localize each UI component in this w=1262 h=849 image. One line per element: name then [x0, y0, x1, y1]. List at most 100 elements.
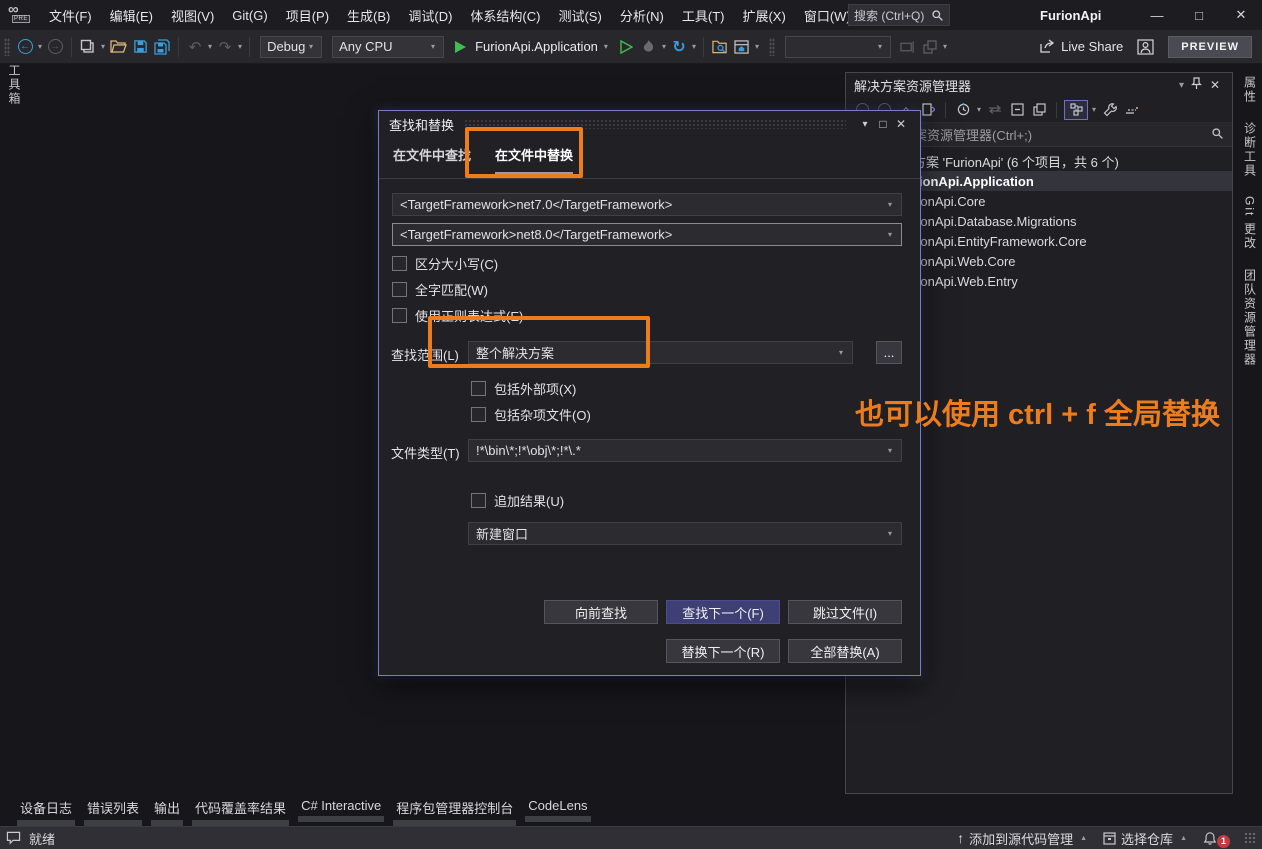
tab-code-coverage[interactable]: 代码覆盖率结果	[195, 798, 286, 826]
menu-file[interactable]: 文件(F)	[40, 0, 101, 30]
minimize-button[interactable]: —	[1136, 0, 1178, 30]
panel-menu-caret-icon[interactable]: ▾	[1177, 80, 1186, 91]
restart-caret-icon[interactable]: ▾	[690, 42, 698, 51]
hot-reload-caret-icon[interactable]: ▾	[660, 42, 668, 51]
chevron-down-icon[interactable]: ▾	[886, 200, 894, 209]
tab-device-log[interactable]: 设备日志	[20, 798, 72, 826]
close-button[interactable]: ✕	[1220, 0, 1262, 30]
tab-find-in-files[interactable]: 在文件中查找	[393, 145, 471, 175]
replace-next-button[interactable]: 替换下一个(R)	[666, 639, 780, 663]
properties-wrench-icon[interactable]	[1100, 100, 1120, 120]
resize-grip[interactable]	[1244, 832, 1256, 844]
chevron-down-icon[interactable]: ▾	[886, 446, 894, 455]
chevron-down-icon[interactable]: ▾	[837, 348, 845, 357]
checkbox[interactable]	[471, 493, 486, 508]
browse-scope-button[interactable]: ...	[876, 341, 902, 364]
checkbox[interactable]	[392, 282, 407, 297]
show-all-files-icon[interactable]	[1029, 100, 1049, 120]
replace-all-button[interactable]: 全部替换(A)	[788, 639, 902, 663]
menu-architecture[interactable]: 体系结构(C)	[461, 0, 549, 30]
restart-icon[interactable]: ↻	[668, 36, 690, 58]
tab-replace-in-files[interactable]: 在文件中替换	[495, 145, 573, 175]
chevron-down-icon[interactable]: ▾	[886, 230, 894, 239]
toolbar-drag-handle[interactable]	[4, 38, 10, 56]
dialog-close-icon[interactable]: ✕	[892, 117, 910, 131]
menu-extensions[interactable]: 扩展(X)	[733, 0, 794, 30]
whole-word-option[interactable]: 全字匹配(W)	[392, 280, 488, 299]
checkbox[interactable]	[392, 308, 407, 323]
checkbox[interactable]	[471, 407, 486, 422]
menu-git[interactable]: Git(G)	[223, 0, 276, 30]
find-next-button[interactable]: 查找下一个(F)	[666, 600, 780, 624]
pin-icon[interactable]	[1186, 77, 1206, 93]
notifications-button[interactable]: 1	[1203, 828, 1230, 848]
maximize-button[interactable]: □	[1178, 0, 1220, 30]
skip-file-button[interactable]: 跳过文件(I)	[788, 600, 902, 624]
checkbox[interactable]	[471, 381, 486, 396]
open-folder-icon[interactable]	[107, 36, 129, 58]
redo-caret-icon[interactable]: ▾	[236, 42, 244, 51]
toolbox-tab[interactable]: 工具箱	[6, 64, 23, 109]
save-all-icon[interactable]	[151, 36, 173, 58]
panel-close-icon[interactable]: ✕	[1206, 78, 1224, 92]
include-misc-option[interactable]: 包括杂项文件(O)	[471, 405, 591, 424]
toolbar-drag-handle[interactable]	[769, 38, 775, 56]
sync-caret-icon[interactable]: ▾	[1090, 105, 1098, 114]
tab-codelens[interactable]: CodeLens	[528, 798, 587, 826]
dialog-dock-caret-icon[interactable]: ▾	[856, 119, 874, 130]
menu-view[interactable]: 视图(V)	[162, 0, 223, 30]
find-in-files-icon[interactable]	[709, 36, 731, 58]
pending-changes-filter-icon[interactable]	[953, 100, 973, 120]
hot-reload-icon[interactable]	[638, 36, 660, 58]
live-share-button[interactable]: Live Share	[1039, 39, 1123, 54]
start-debugging-icon[interactable]	[449, 36, 471, 58]
regex-option[interactable]: 使用正则表达式(E)	[392, 306, 523, 325]
quick-search-input[interactable]: 搜索 (Ctrl+Q)	[848, 4, 950, 26]
menu-build[interactable]: 生成(B)	[338, 0, 399, 30]
startup-project-label[interactable]: FurionApi.Application	[471, 39, 602, 54]
start-without-debugging-icon[interactable]	[616, 36, 638, 58]
include-external-option[interactable]: 包括外部项(X)	[471, 379, 576, 398]
tab-csharp-interactive[interactable]: C# Interactive	[301, 798, 381, 826]
redo-icon[interactable]: ↷	[214, 36, 236, 58]
collapse-all-icon[interactable]	[1007, 100, 1027, 120]
sync-with-active-document-icon[interactable]	[1064, 100, 1088, 120]
chevron-down-icon[interactable]: ▾	[886, 529, 894, 538]
preview-selected-items-icon[interactable]	[1122, 100, 1142, 120]
empty-toolbar-dropdown[interactable]: ▾	[785, 36, 891, 58]
select-repository-button[interactable]: 选择仓库 ▲	[1103, 829, 1189, 848]
solution-explorer-titlebar[interactable]: 解决方案资源管理器 ▾ ✕	[846, 73, 1232, 97]
new-project-caret-icon[interactable]: ▾	[99, 42, 107, 51]
tab-error-list[interactable]: 错误列表	[87, 798, 139, 826]
filetype-combobox[interactable]: !*\bin\*;!*\obj\*;!*\.* ▾	[468, 439, 902, 462]
search-icon[interactable]	[1211, 127, 1224, 140]
scope-dropdown[interactable]: 整个解决方案 ▾	[468, 341, 853, 364]
undo-icon[interactable]: ↶	[184, 36, 206, 58]
new-project-icon[interactable]	[77, 36, 99, 58]
preview-badge[interactable]: PREVIEW	[1168, 36, 1252, 58]
tab-package-manager-console[interactable]: 程序包管理器控制台	[396, 798, 513, 826]
menu-analyze[interactable]: 分析(N)	[611, 0, 673, 30]
feedback-icon[interactable]	[6, 831, 21, 845]
undo-caret-icon[interactable]: ▾	[206, 42, 214, 51]
menu-debug[interactable]: 调试(D)	[399, 0, 461, 30]
find-what-combobox[interactable]: <TargetFramework>net7.0</TargetFramework…	[392, 193, 902, 216]
menu-project[interactable]: 项目(P)	[277, 0, 338, 30]
save-icon[interactable]	[129, 36, 151, 58]
tab-properties[interactable]: 属性	[1242, 76, 1259, 104]
account-icon[interactable]	[1137, 39, 1154, 55]
menu-tools[interactable]: 工具(T)	[673, 0, 734, 30]
results-window-dropdown[interactable]: 新建窗口 ▾	[468, 522, 902, 545]
dialog-maximize-icon[interactable]: □	[874, 117, 892, 131]
find-previous-button[interactable]: 向前查找	[544, 600, 658, 624]
window-layout-icon[interactable]	[731, 36, 753, 58]
navigate-back-icon[interactable]: ←	[14, 36, 36, 58]
dialog-drag-area[interactable]	[464, 119, 846, 129]
configuration-dropdown[interactable]: Debug ▾	[260, 36, 322, 58]
navigate-forward-icon[interactable]: →	[44, 36, 66, 58]
platform-dropdown[interactable]: Any CPU ▾	[332, 36, 444, 58]
tab-git-changes[interactable]: Git 更改	[1242, 196, 1259, 251]
add-to-source-control-button[interactable]: ↑ 添加到源代码管理 ▲	[957, 829, 1089, 848]
tab-team-explorer[interactable]: 团队资源管理器	[1242, 269, 1259, 367]
checkbox[interactable]	[392, 256, 407, 271]
